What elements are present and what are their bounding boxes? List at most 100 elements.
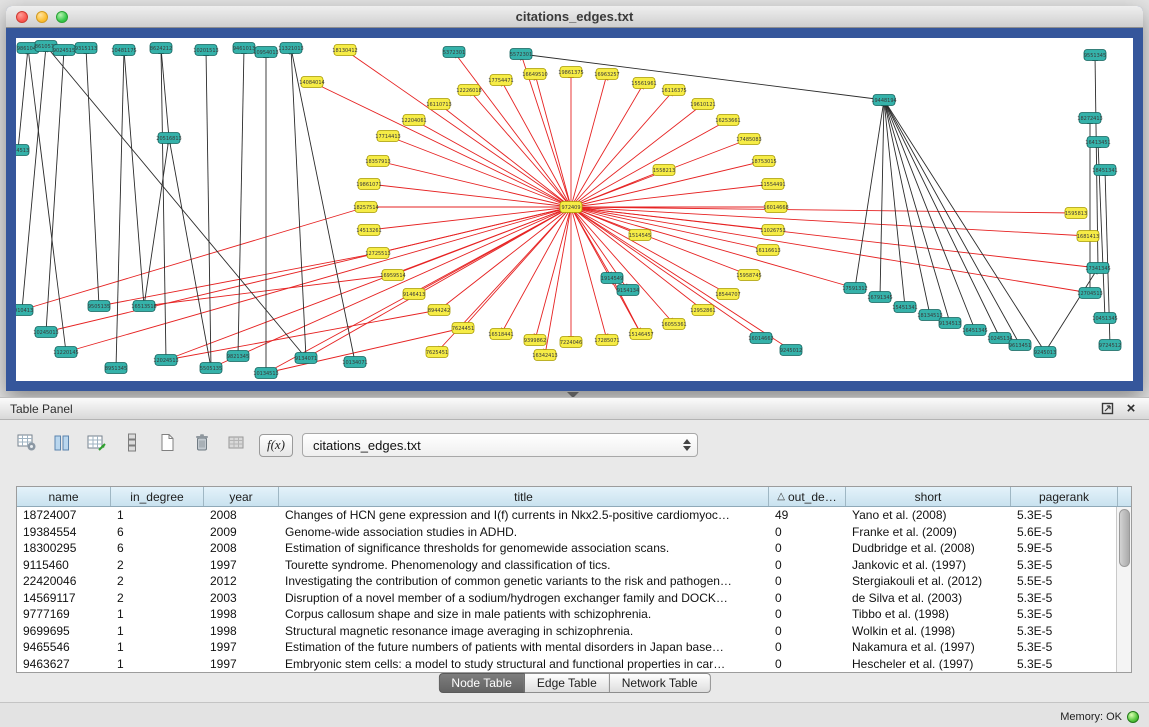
network-node[interactable]: 7625451 [426,347,448,358]
column-header-in_degree[interactable]: in_degree [111,487,204,506]
network-edge[interactable] [571,120,728,207]
network-edge[interactable] [144,138,169,306]
network-node[interactable]: 16513518 [131,301,156,312]
network-node[interactable]: 10954013 [253,47,278,58]
network-node[interactable]: 17754471 [488,75,513,86]
network-node[interactable]: 15561961 [631,78,656,89]
network-edge[interactable] [1045,268,1098,352]
network-node[interactable]: 16253661 [715,115,740,126]
network-node[interactable]: 5372301 [443,47,465,58]
network-node[interactable]: 1514545 [629,230,651,241]
table-selector-combobox[interactable]: citations_edges.txt [302,433,698,457]
network-edge[interactable] [86,48,99,306]
table-row[interactable]: 946554611997Estimation of the future num… [17,639,1116,656]
window-titlebar[interactable]: citations_edges.txt [6,6,1143,28]
network-node[interactable]: 9613451 [1009,340,1031,351]
network-node[interactable]: 12024513 [153,355,178,366]
network-node[interactable]: 16110713 [426,99,451,110]
network-node[interactable]: 19448194 [871,95,896,106]
network-canvas[interactable]: 9724091601466811026753161166131595874518… [16,38,1133,381]
tab-node-table[interactable]: Node Table [438,673,525,693]
network-graph[interactable]: 9724091601466811026753161166131595874518… [16,38,1133,381]
tab-network-table[interactable]: Network Table [610,673,711,693]
columns-button[interactable] [49,433,75,457]
network-edge[interactable] [855,100,884,288]
network-node[interactable]: 16451345 [962,325,987,336]
network-node[interactable]: 9194513 [16,145,29,156]
network-node[interactable]: 10134071 [342,357,367,368]
table-row[interactable]: 911546021997Tourette syndrome. Phenomeno… [17,557,1116,574]
network-node[interactable]: 12704513 [1077,288,1102,299]
network-node[interactable]: 11554491 [760,179,785,190]
network-node[interactable]: 9910413 [16,305,33,316]
network-node[interactable]: 16116375 [661,85,686,96]
network-node[interactable]: 11026753 [760,225,785,236]
network-node[interactable]: 20516813 [156,133,181,144]
table-row[interactable]: 1938455462009Genome-wide association stu… [17,524,1116,541]
network-node[interactable]: 18272413 [1077,113,1102,124]
merge-table-button[interactable] [224,433,250,457]
network-node[interactable]: 14084014 [299,77,324,88]
network-node[interactable]: 16959514 [380,270,405,281]
network-node[interactable]: 9505135 [88,301,110,312]
network-edge[interactable] [571,207,612,278]
network-edge[interactable] [291,48,355,362]
network-node[interactable]: 19861375 [558,67,583,78]
network-edge[interactable] [169,138,211,368]
network-node[interactable]: 1914549 [601,273,623,284]
network-node[interactable]: 9024515 [53,45,75,56]
network-node[interactable]: 15451341 [892,302,917,313]
network-edge[interactable] [211,207,571,368]
network-edge[interactable] [884,100,975,330]
network-edge[interactable] [22,207,366,310]
column-header-short[interactable]: short [846,487,1011,506]
network-node[interactable]: 17285071 [594,335,619,346]
network-node[interactable]: 9154134 [617,285,639,296]
network-edge[interactable] [46,50,64,332]
network-node[interactable]: 11220145 [53,347,78,358]
network-edge[interactable] [238,48,244,356]
network-node[interactable]: 18451341 [1092,165,1117,176]
network-edge[interactable] [124,50,144,306]
network-node[interactable]: 16649510 [522,69,547,80]
network-node[interactable]: 16116613 [755,245,780,256]
network-node[interactable]: 7624451 [452,323,474,334]
network-node[interactable]: 16791345 [867,292,892,303]
table-settings-button[interactable] [14,433,40,457]
network-edge[interactable] [46,207,571,332]
network-edge[interactable] [545,207,571,355]
close-panel-icon[interactable]: × [1123,401,1139,417]
network-node[interactable]: 8624212 [150,43,172,54]
function-button[interactable]: f(x) [259,434,293,457]
network-node[interactable]: 5505135 [200,363,222,374]
network-node[interactable]: 9134071 [295,353,317,364]
network-node[interactable]: 17714413 [375,131,400,142]
table-row[interactable]: 977716911998Corpus callosum shape and si… [17,606,1116,623]
network-node[interactable]: 10451345 [1092,313,1117,324]
network-node[interactable]: 10201513 [193,45,218,56]
table-row[interactable]: 2242004622012Investigating the contribut… [17,573,1116,590]
network-node[interactable]: 16342413 [532,350,557,361]
network-node[interactable]: 12204061 [401,115,426,126]
network-edge[interactable] [18,48,28,150]
network-node[interactable]: 14513261 [356,225,381,236]
network-node[interactable]: 16014662 [748,333,773,344]
trash-button[interactable] [189,433,215,457]
network-node[interactable]: 9134513 [939,318,961,329]
network-node[interactable]: 9315113 [75,43,97,54]
network-node[interactable]: 972409 [560,202,582,213]
network-edge[interactable] [46,46,306,358]
network-node[interactable]: 18130412 [332,45,357,56]
network-node[interactable]: 7224046 [560,337,582,348]
new-document-button[interactable] [154,433,180,457]
network-node[interactable]: 10481175 [111,45,136,56]
network-node[interactable]: 18257514 [353,202,378,213]
table-row[interactable]: 1872400712008Changes of HCN gene express… [17,507,1116,524]
network-edge[interactable] [535,74,571,207]
network-node[interactable]: 17341345 [1085,263,1110,274]
table-row[interactable]: 969969511998Structural magnetic resonanc… [17,623,1116,640]
network-edge[interactable] [206,50,211,368]
network-node[interactable]: 10245013 [33,327,58,338]
network-node[interactable]: 17485083 [736,134,761,145]
network-node[interactable]: 16518441 [488,329,513,340]
